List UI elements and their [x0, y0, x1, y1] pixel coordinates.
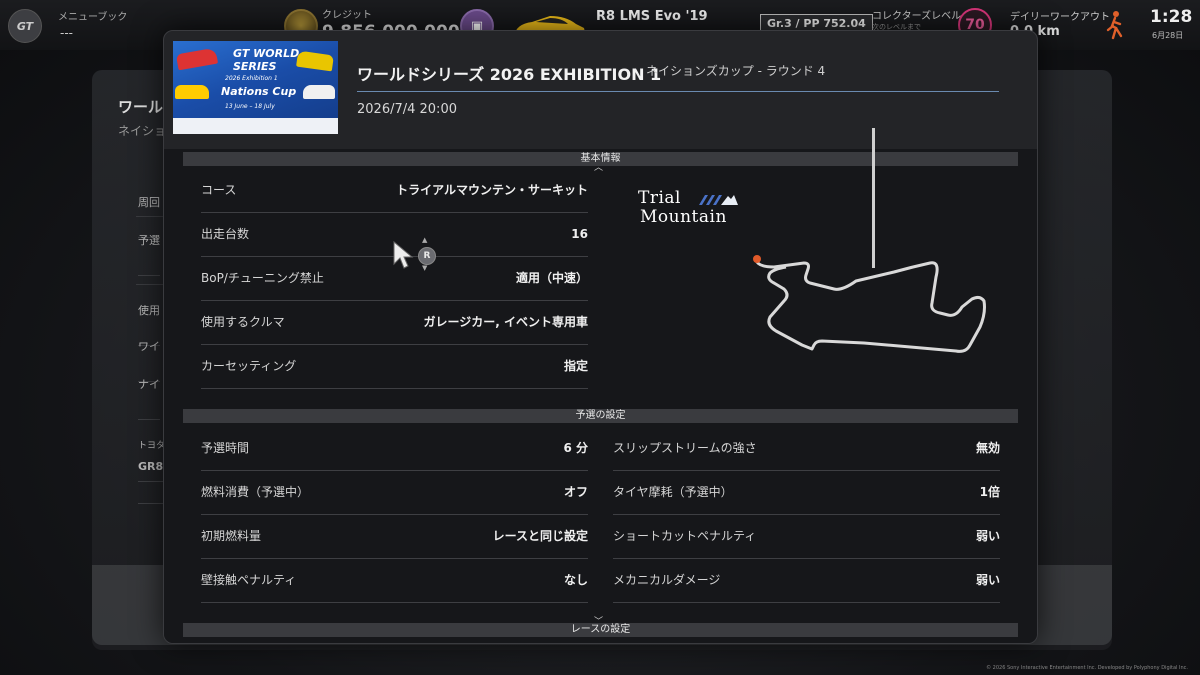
- row-label: カーセッティング: [201, 359, 297, 373]
- qual-row: 壁接触ペナルティ なし: [201, 559, 588, 603]
- clock-time: 1:28: [1150, 7, 1193, 27]
- qual-row: メカニカルダメージ 弱い: [613, 559, 1000, 603]
- row-label: BoP/チューニング禁止: [201, 271, 324, 285]
- gt-logo-icon[interactable]: GT: [8, 9, 42, 43]
- row-label: 初期燃料量: [201, 529, 262, 543]
- row-label: 予選時間: [201, 441, 250, 455]
- banner-car-graphic: [303, 85, 335, 99]
- background-row: 予選: [138, 232, 160, 276]
- row-value: トライアルマウンテン・サーキット: [396, 183, 588, 197]
- track-logo-emblem-icon: [699, 195, 738, 205]
- qual-row: 初期燃料量 レースと同じ設定: [201, 515, 588, 559]
- banner-exhibition: 2026 Exhibition 1: [225, 75, 278, 82]
- banner-logo: GT WORLD SERIES: [233, 47, 300, 73]
- qual-row: スリップストリームの強さ 無効: [613, 427, 1000, 471]
- row-label: メカニカルダメージ: [613, 573, 721, 587]
- title-divider: [357, 91, 999, 92]
- info-row-cars: 使用するクルマ ガレージカー, イベント専用車: [201, 301, 588, 345]
- collector-level-label: コレクターズレベル: [872, 11, 962, 22]
- background-subtitle: ネイショ: [118, 124, 167, 138]
- qual-row: 予選時間 6 分: [201, 427, 588, 471]
- banner-car-graphic: [175, 47, 219, 71]
- row-value: ガレージカー, イベント専用車: [423, 315, 589, 329]
- row-value: 弱い: [975, 529, 1000, 543]
- row-label: 燃料消費（予選中）: [201, 485, 310, 499]
- runner-icon: [1106, 11, 1123, 40]
- qual-row: 燃料消費（予選中） オフ: [201, 471, 588, 515]
- info-row-car-settings: カーセッティング 指定: [201, 345, 588, 389]
- qual-row: タイヤ摩耗（予選中） 1倍: [613, 471, 1000, 515]
- menubook-label: メニューブック: [58, 12, 128, 23]
- current-car-name: R8 LMS Evo '19: [596, 9, 708, 24]
- banner-car-graphic: [175, 85, 209, 99]
- row-label: コース: [201, 183, 237, 197]
- event-detail-dialog: GT WORLD SERIES 2026 Exhibition 1 Nation…: [163, 30, 1038, 644]
- row-label: 壁接触ペナルティ: [201, 573, 297, 587]
- row-value: 無効: [975, 441, 1000, 455]
- daily-workout-label: デイリーワークアウト: [1010, 12, 1110, 23]
- menubook-status: ---: [60, 26, 73, 40]
- row-label: タイヤ摩耗（予選中）: [613, 485, 733, 499]
- banner-sponsor-strip: [173, 118, 338, 134]
- row-value: 16: [571, 227, 588, 241]
- chevron-down-icon: ▼: [422, 264, 428, 272]
- background-event-details: ワール ネイショ 周回 予選 使用 ワイ ナイ トヨタ GR86: [100, 80, 176, 560]
- chevron-up-icon[interactable]: ︿: [594, 160, 603, 173]
- row-value: 1倍: [979, 485, 1000, 499]
- event-datetime: 2026/7/4 20:00: [357, 102, 457, 117]
- banner-name: Nations Cup: [221, 85, 297, 98]
- scrollbar[interactable]: [872, 128, 875, 268]
- background-row: ナイ: [138, 376, 160, 420]
- row-value: 6 分: [563, 441, 588, 455]
- row-value: なし: [563, 573, 588, 587]
- event-subtitle: ネイションズカップ - ラウンド 4: [646, 64, 826, 78]
- banner-dates: 13 June – 18 July: [225, 103, 275, 110]
- event-title: ワールドシリーズ 2026 EXHIBITION 1: [357, 65, 662, 84]
- copyright-notice: © 2026 Sony Interactive Entertainment In…: [986, 665, 1188, 671]
- credit-label: クレジット: [322, 10, 372, 21]
- clock-date: 6月28日: [1152, 31, 1184, 40]
- info-row-course: コース トライアルマウンテン・サーキット: [201, 169, 588, 213]
- event-settings-panel[interactable]: 基本情報 ︿ コース トライアルマウンテン・サーキット 出走台数 16 BoP/…: [164, 149, 1037, 643]
- background-title: ワール: [118, 98, 164, 116]
- row-label: 使用するクルマ: [201, 315, 285, 329]
- row-value: 適用（中速）: [515, 271, 588, 285]
- row-value: 指定: [563, 359, 588, 373]
- r-stick-button-icon[interactable]: R: [418, 247, 436, 265]
- qual-row: ショートカットペナルティ 弱い: [613, 515, 1000, 559]
- row-label: ショートカットペナルティ: [613, 529, 757, 543]
- event-banner-image: GT WORLD SERIES 2026 Exhibition 1 Nation…: [173, 41, 338, 134]
- chevron-up-icon: ▲: [422, 236, 428, 244]
- track-logo-text: Trial: [638, 188, 681, 208]
- row-label: 出走台数: [201, 227, 250, 241]
- row-value: オフ: [563, 485, 588, 499]
- cursor-pointer-icon: [393, 240, 414, 269]
- row-value: レースと同じ設定: [492, 529, 588, 543]
- row-label: スリップストリームの強さ: [613, 441, 757, 455]
- section-header-qualifying: 予選の設定: [183, 409, 1018, 423]
- track-logo-text: Mountain: [640, 207, 727, 227]
- row-value: 弱い: [975, 573, 1000, 587]
- section-header-race: レースの設定: [183, 623, 1018, 637]
